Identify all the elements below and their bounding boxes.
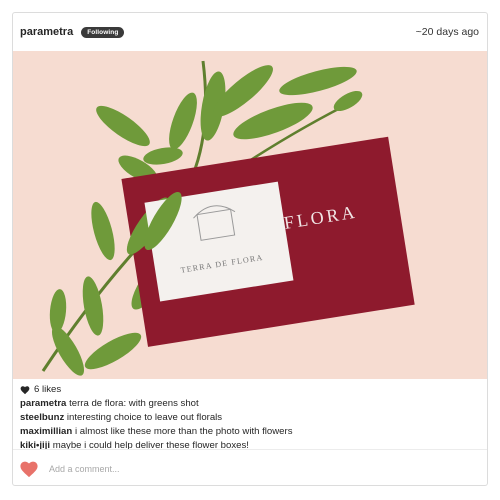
photo-illustration: E FLORA TERRA DE FLORA [13,51,487,379]
comment-username[interactable]: parametra [20,398,66,409]
post-meta: 6 likes parametra terra de flora: with g… [20,383,480,453]
like-heart-icon[interactable] [19,460,39,478]
post-header: parametra Following ~20 days ago [13,13,487,51]
comment-item: maximillian i almost like these more tha… [20,425,480,439]
comment-text: i almost like these more than the photo … [74,426,293,437]
comment-username[interactable]: maximillian [20,426,72,437]
author-username[interactable]: parametra [20,26,73,38]
comment-input[interactable] [49,463,429,474]
heart-icon[interactable] [20,385,30,395]
likes-count[interactable]: 6 likes [34,383,61,397]
post-photo[interactable]: E FLORA TERRA DE FLORA [13,51,487,379]
post-card: parametra Following ~20 days ago E FLORA… [12,12,488,486]
comment-text: interesting choice to leave out florals [66,412,223,423]
comment-username[interactable]: steelbunz [20,412,64,423]
comment-text: terra de flora: with greens shot [69,398,199,409]
comment-item: steelbunz interesting choice to leave ou… [20,411,480,425]
post-timestamp: ~20 days ago [415,26,479,38]
add-comment-bar [13,449,487,487]
likes-row: 6 likes [20,383,480,397]
comment-item: parametra terra de flora: with greens sh… [20,397,480,411]
following-badge[interactable]: Following [81,26,125,38]
